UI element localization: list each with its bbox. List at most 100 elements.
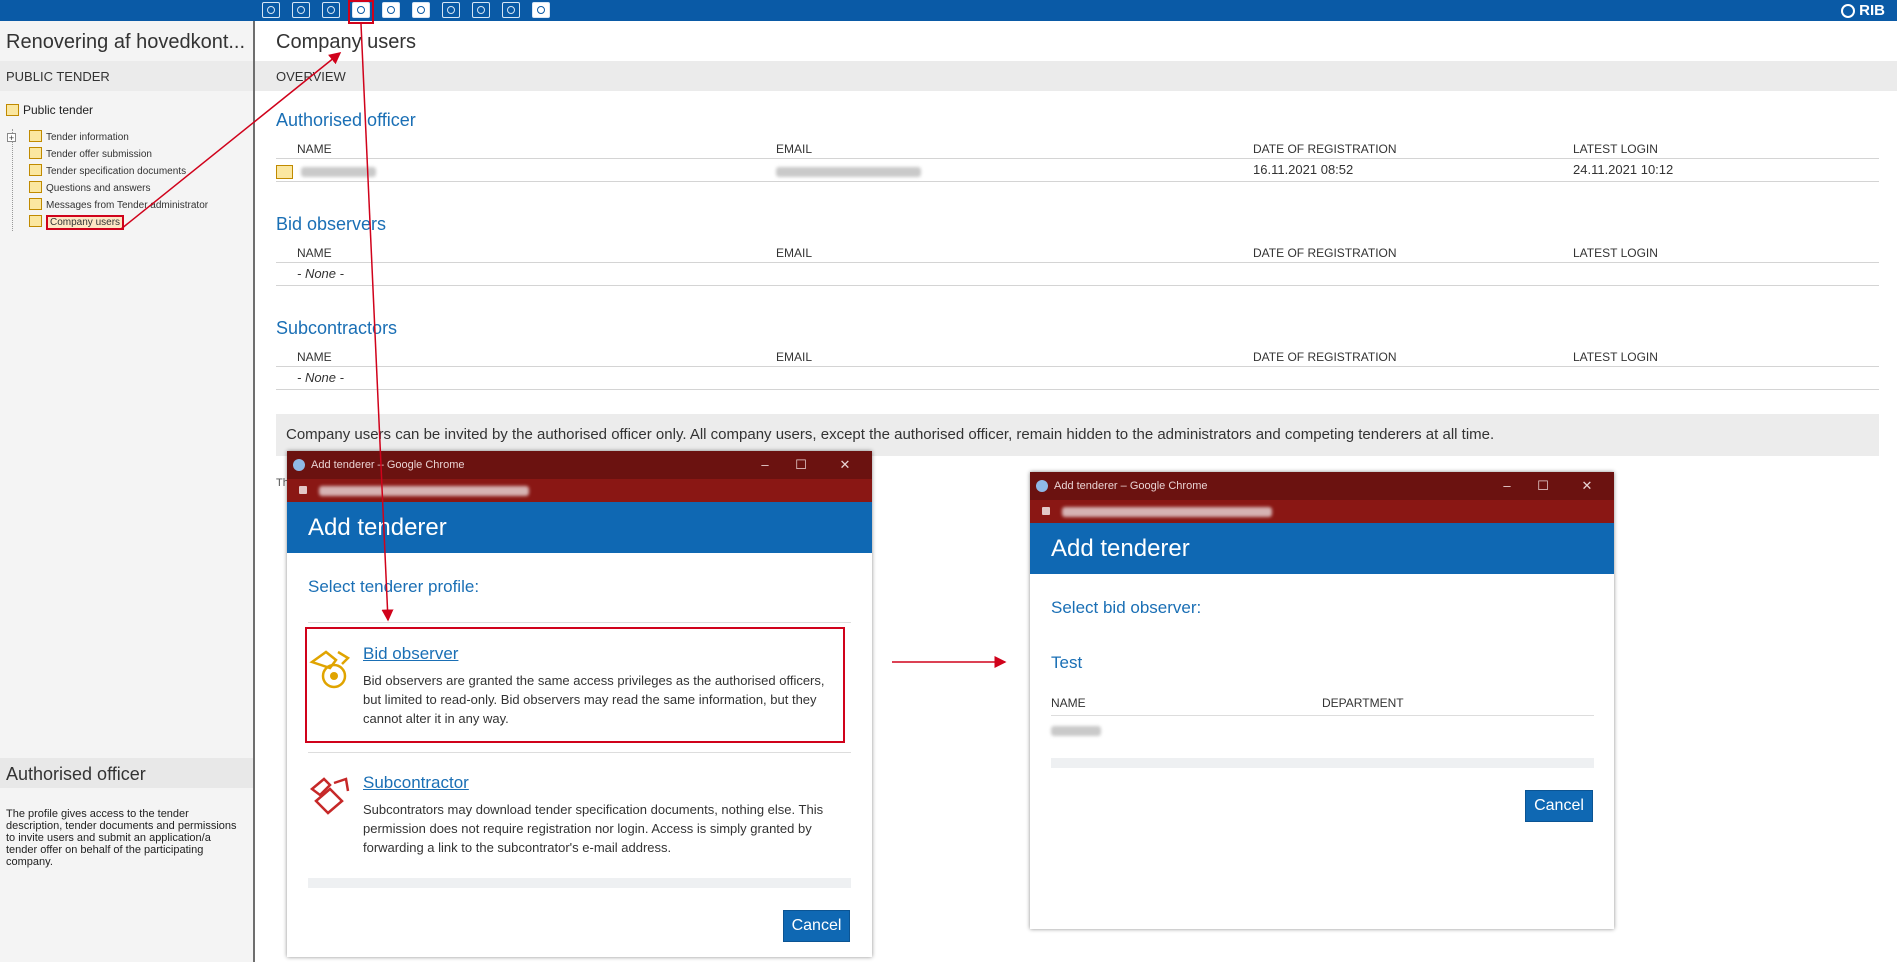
authorised-officer-heading: Authorised officer (276, 110, 416, 130)
info-icon (29, 130, 42, 142)
column-department: DEPARTMENT (1322, 696, 1404, 710)
column-name: NAME (297, 142, 332, 156)
tree-item-tender-specification[interactable]: Tender specification documents (13, 163, 208, 180)
upload-icon[interactable] (322, 2, 340, 18)
window-titlebar: Add tenderer – Google Chrome – ☐ ✕ (1030, 472, 1614, 500)
list-item[interactable] (1051, 722, 1101, 740)
tree-item-label: Questions and answers (46, 183, 151, 194)
users-icon (29, 215, 42, 227)
expand-icon[interactable]: + (7, 133, 16, 143)
lock-icon (1042, 507, 1050, 515)
divider (276, 389, 1879, 390)
tree-item-label: Tender offer submission (46, 149, 152, 160)
cancel-button[interactable]: Cancel (1525, 790, 1593, 822)
address-bar[interactable] (287, 479, 872, 502)
column-login: LATEST LOGIN (1573, 246, 1658, 260)
bid-observers-heading: Bid observers (276, 214, 387, 234)
date-cell: 16.11.2021 08:52 (1253, 162, 1354, 177)
tree-item-messages[interactable]: Messages from Tender administrator (13, 197, 208, 214)
login-cell: 24.11.2021 10:12 (1573, 162, 1674, 177)
navigation-tree: + Tender information Tender offer submiss… (7, 129, 208, 231)
app-logo-icon (1036, 480, 1048, 492)
tree-item-questions[interactable]: Questions and answers (13, 180, 208, 197)
users-icon[interactable] (412, 2, 430, 18)
subcontractors-heading: Subcontractors (276, 318, 398, 338)
bid-observer-description: Bid observers are granted the same acces… (363, 673, 825, 726)
dialog-header: Add tenderer (287, 502, 872, 553)
name-redacted (300, 166, 376, 177)
questions-icon[interactable] (502, 2, 520, 18)
subcontractor-link[interactable]: Subcontractor (363, 773, 469, 793)
minimize-button[interactable]: – (750, 451, 780, 479)
address-bar[interactable] (1030, 500, 1614, 523)
dialog-subtitle: Select tenderer profile: (308, 577, 480, 596)
sidebar: Renovering af hovedkont... PUBLIC TENDER… (0, 21, 255, 962)
divider (1051, 715, 1594, 716)
select-bid-observer-window: Add tenderer – Google Chrome – ☐ ✕ Add t… (1030, 472, 1614, 929)
email-redacted (776, 166, 921, 177)
info-notice: Company users can be invited by the auth… (276, 414, 1879, 456)
tender-icon[interactable] (262, 2, 280, 18)
name-redacted (1051, 725, 1101, 736)
company-users-icon[interactable] (352, 2, 370, 18)
bid-observers-table: NAME EMAIL DATE OF REGISTRATION LATEST L… (276, 246, 1879, 286)
subcontractor-description: Subcontrators may download tender specif… (363, 802, 824, 855)
question-icon (29, 181, 42, 193)
column-date: DATE OF REGISTRATION (1253, 350, 1397, 364)
divider (276, 366, 1879, 367)
column-name: NAME (1051, 696, 1086, 710)
mail-icon[interactable] (442, 2, 460, 18)
divider (276, 181, 1879, 182)
authorised-officer-table: NAME EMAIL DATE OF REGISTRATION LATEST L… (276, 142, 1879, 182)
column-date: DATE OF REGISTRATION (1253, 142, 1397, 156)
url-redacted (319, 486, 529, 496)
column-login: LATEST LOGIN (1573, 350, 1658, 364)
bottom-strip (308, 878, 851, 888)
tree-item-company-users[interactable]: Company users (13, 214, 208, 231)
download-icon[interactable] (292, 2, 310, 18)
column-name: NAME (297, 246, 332, 260)
tree-root-label: Public tender (23, 103, 94, 117)
empty-row: - None - (297, 370, 344, 385)
documents-icon (29, 164, 42, 176)
table-row[interactable] (276, 163, 376, 179)
column-name: NAME (297, 350, 332, 364)
info-text: The profile gives access to the tender d… (6, 808, 237, 868)
window-title: Add tenderer – Google Chrome (311, 459, 465, 471)
tree-item-label: Messages from Tender administrator (46, 200, 209, 211)
subcontractors-table: NAME EMAIL DATE OF REGISTRATION LATEST L… (276, 350, 1879, 390)
message-icon (29, 198, 42, 210)
bottom-strip (1051, 758, 1594, 768)
maximize-button[interactable]: ☐ (786, 451, 816, 479)
minimize-button[interactable]: – (1492, 472, 1522, 500)
group-name: Test (1051, 653, 1083, 672)
tree-item-tender-offer-submission[interactable]: Tender offer submission (13, 146, 208, 163)
rib-logo: RIB (1841, 2, 1885, 19)
bid-observer-link[interactable]: Bid observer (363, 644, 458, 664)
documents-icon[interactable] (472, 2, 490, 18)
tree-root[interactable]: Public tender (6, 103, 93, 117)
dialog-header: Add tenderer (1030, 523, 1614, 574)
window-title: Add tenderer – Google Chrome (1054, 480, 1208, 492)
page-title: Company users (276, 31, 417, 53)
tree-item-tender-information[interactable]: + Tender information (7, 129, 208, 146)
dialog-subtitle: Select bid observer: (1051, 598, 1202, 617)
submission-icon (29, 147, 42, 159)
cancel-button[interactable]: Cancel (783, 910, 850, 942)
empty-row: - None - (297, 266, 344, 281)
subcontractor-icon (309, 777, 350, 815)
maximize-button[interactable]: ☐ (1528, 472, 1558, 500)
section-label: PUBLIC TENDER (6, 69, 110, 84)
tree-item-label: Tender specification documents (46, 166, 187, 177)
close-button[interactable]: ✕ (830, 451, 860, 479)
url-redacted (1062, 507, 1272, 517)
column-email: EMAIL (776, 142, 813, 156)
messages-icon[interactable] (532, 2, 550, 18)
close-button[interactable]: ✕ (1572, 472, 1602, 500)
add-user-icon[interactable] (382, 2, 400, 18)
top-toolbar: RIB (0, 0, 1897, 21)
column-date: DATE OF REGISTRATION (1253, 246, 1397, 260)
rib-logo-icon (1841, 4, 1856, 18)
project-title: Renovering af hovedkont... (6, 31, 246, 53)
tree-item-label: Company users (46, 215, 125, 230)
